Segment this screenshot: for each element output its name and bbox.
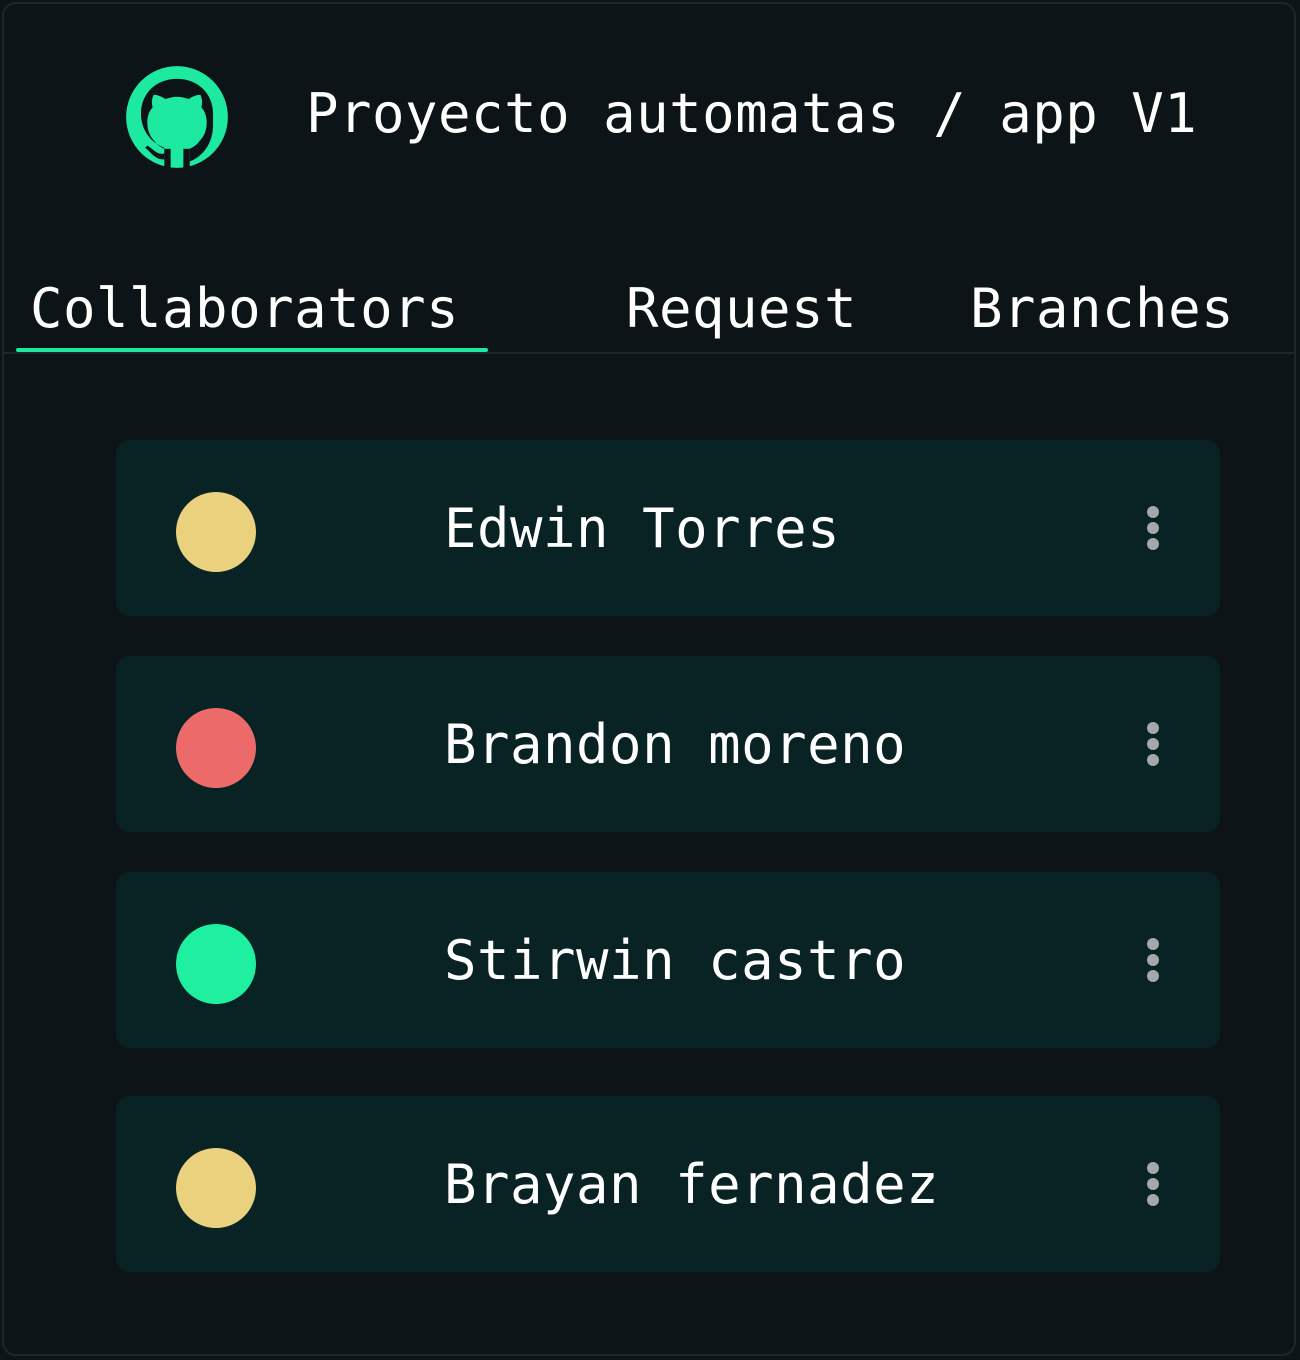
collaborator-name: Brandon moreno bbox=[444, 713, 907, 776]
github-icon bbox=[126, 66, 228, 168]
collaborator-card[interactable]: Brayan fernadez bbox=[116, 1096, 1220, 1272]
repo-title: Proyecto automatas / app V1 bbox=[306, 82, 1198, 145]
more-options-icon[interactable] bbox=[1138, 936, 1168, 984]
active-tab-indicator bbox=[16, 348, 488, 352]
collaborator-name: Brayan fernadez bbox=[444, 1153, 940, 1216]
tab-bar: Collaborators Request Branches bbox=[4, 266, 1294, 354]
collaborator-card[interactable]: Edwin Torres bbox=[116, 440, 1220, 616]
avatar bbox=[176, 1148, 256, 1228]
more-options-icon[interactable] bbox=[1138, 720, 1168, 768]
more-options-icon[interactable] bbox=[1138, 1160, 1168, 1208]
tab-branches[interactable]: Branches bbox=[970, 276, 1234, 342]
collaborator-card[interactable]: Stirwin castro bbox=[116, 872, 1220, 1048]
more-options-icon[interactable] bbox=[1138, 504, 1168, 552]
collaborator-name: Edwin Torres bbox=[444, 497, 841, 560]
avatar bbox=[176, 492, 256, 572]
tab-collaborators[interactable]: Collaborators bbox=[30, 276, 459, 342]
collaborator-name: Stirwin castro bbox=[444, 929, 907, 992]
avatar bbox=[176, 708, 256, 788]
avatar bbox=[176, 924, 256, 1004]
tab-request[interactable]: Request bbox=[626, 276, 857, 342]
collaborator-card[interactable]: Brandon moreno bbox=[116, 656, 1220, 832]
app-window: Proyecto automatas / app V1 Collaborator… bbox=[2, 2, 1296, 1356]
